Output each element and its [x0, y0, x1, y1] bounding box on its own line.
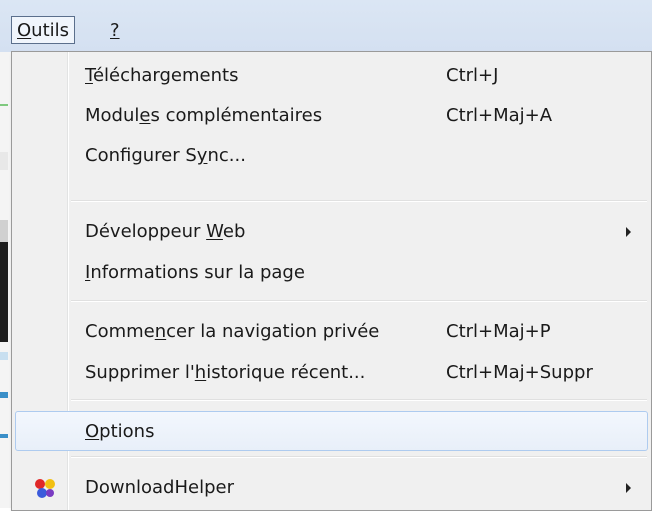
menu-outils-label: utils: [31, 20, 70, 41]
menu-separator: [71, 200, 647, 202]
menu-separator: [71, 399, 647, 401]
menu-outils[interactable]: Outils: [11, 16, 76, 44]
menu-separator: [71, 300, 647, 302]
menu-item-telechargements[interactable]: Téléchargements Ctrl+J: [15, 55, 648, 95]
menu-item-label: Téléchargements: [85, 65, 239, 86]
menu-item-configurer-sync[interactable]: Configurer Sync...: [15, 135, 648, 175]
menu-item-label: Configurer Sync...: [85, 145, 246, 166]
menu-item-shortcut: Ctrl+Maj+A: [446, 105, 553, 126]
background-mark: [0, 104, 8, 106]
menu-item-shortcut: Ctrl+Maj+Suppr: [446, 362, 593, 383]
background-mark: [0, 352, 8, 360]
menu-item-label: Modules complémentaires: [85, 105, 323, 126]
menu-separator: [71, 456, 647, 458]
menu-item-modules-complementaires[interactable]: Modules complémentaires Ctrl+Maj+A: [15, 95, 648, 135]
menu-item-developpeur-web[interactable]: Développeur Web: [15, 211, 648, 251]
menu-item-label: Commencer la navigation privée: [85, 321, 380, 342]
downloadhelper-icon: [35, 479, 55, 498]
menu-item-label: Développeur Web: [85, 221, 246, 242]
menu-bar: Outils ?: [0, 0, 652, 52]
background-mark: [0, 242, 8, 342]
chevron-right-icon: [626, 483, 631, 493]
menu-help-label: ?: [110, 20, 120, 41]
menu-item-shortcut: Ctrl+J: [446, 65, 499, 86]
menu-item-label: Options: [85, 421, 155, 442]
background-mark: [0, 392, 8, 398]
background-mark: [0, 434, 8, 438]
menu-item-options[interactable]: Options: [15, 411, 648, 451]
menu-item-supprimer-historique[interactable]: Supprimer l'historique récent... Ctrl+Ma…: [15, 352, 648, 392]
menu-item-navigation-privee[interactable]: Commencer la navigation privée Ctrl+Maj+…: [15, 311, 648, 351]
menu-help[interactable]: ?: [104, 16, 126, 44]
background-window-edge: [0, 52, 11, 508]
menu-item-label: DownloadHelper: [85, 477, 234, 498]
menu-item-label: Supprimer l'historique récent...: [85, 362, 366, 383]
menu-item-label: Informations sur la page: [85, 262, 305, 283]
chevron-right-icon: [626, 227, 631, 237]
menu-outils-mnemonic: O: [17, 20, 32, 41]
outils-dropdown-menu: Téléchargements Ctrl+J Modules complémen…: [11, 51, 652, 511]
menu-item-informations-page[interactable]: Informations sur la page: [15, 252, 648, 292]
menu-item-downloadhelper[interactable]: DownloadHelper: [15, 467, 648, 507]
background-mark: [0, 152, 8, 170]
menu-item-shortcut: Ctrl+Maj+P: [446, 321, 551, 342]
